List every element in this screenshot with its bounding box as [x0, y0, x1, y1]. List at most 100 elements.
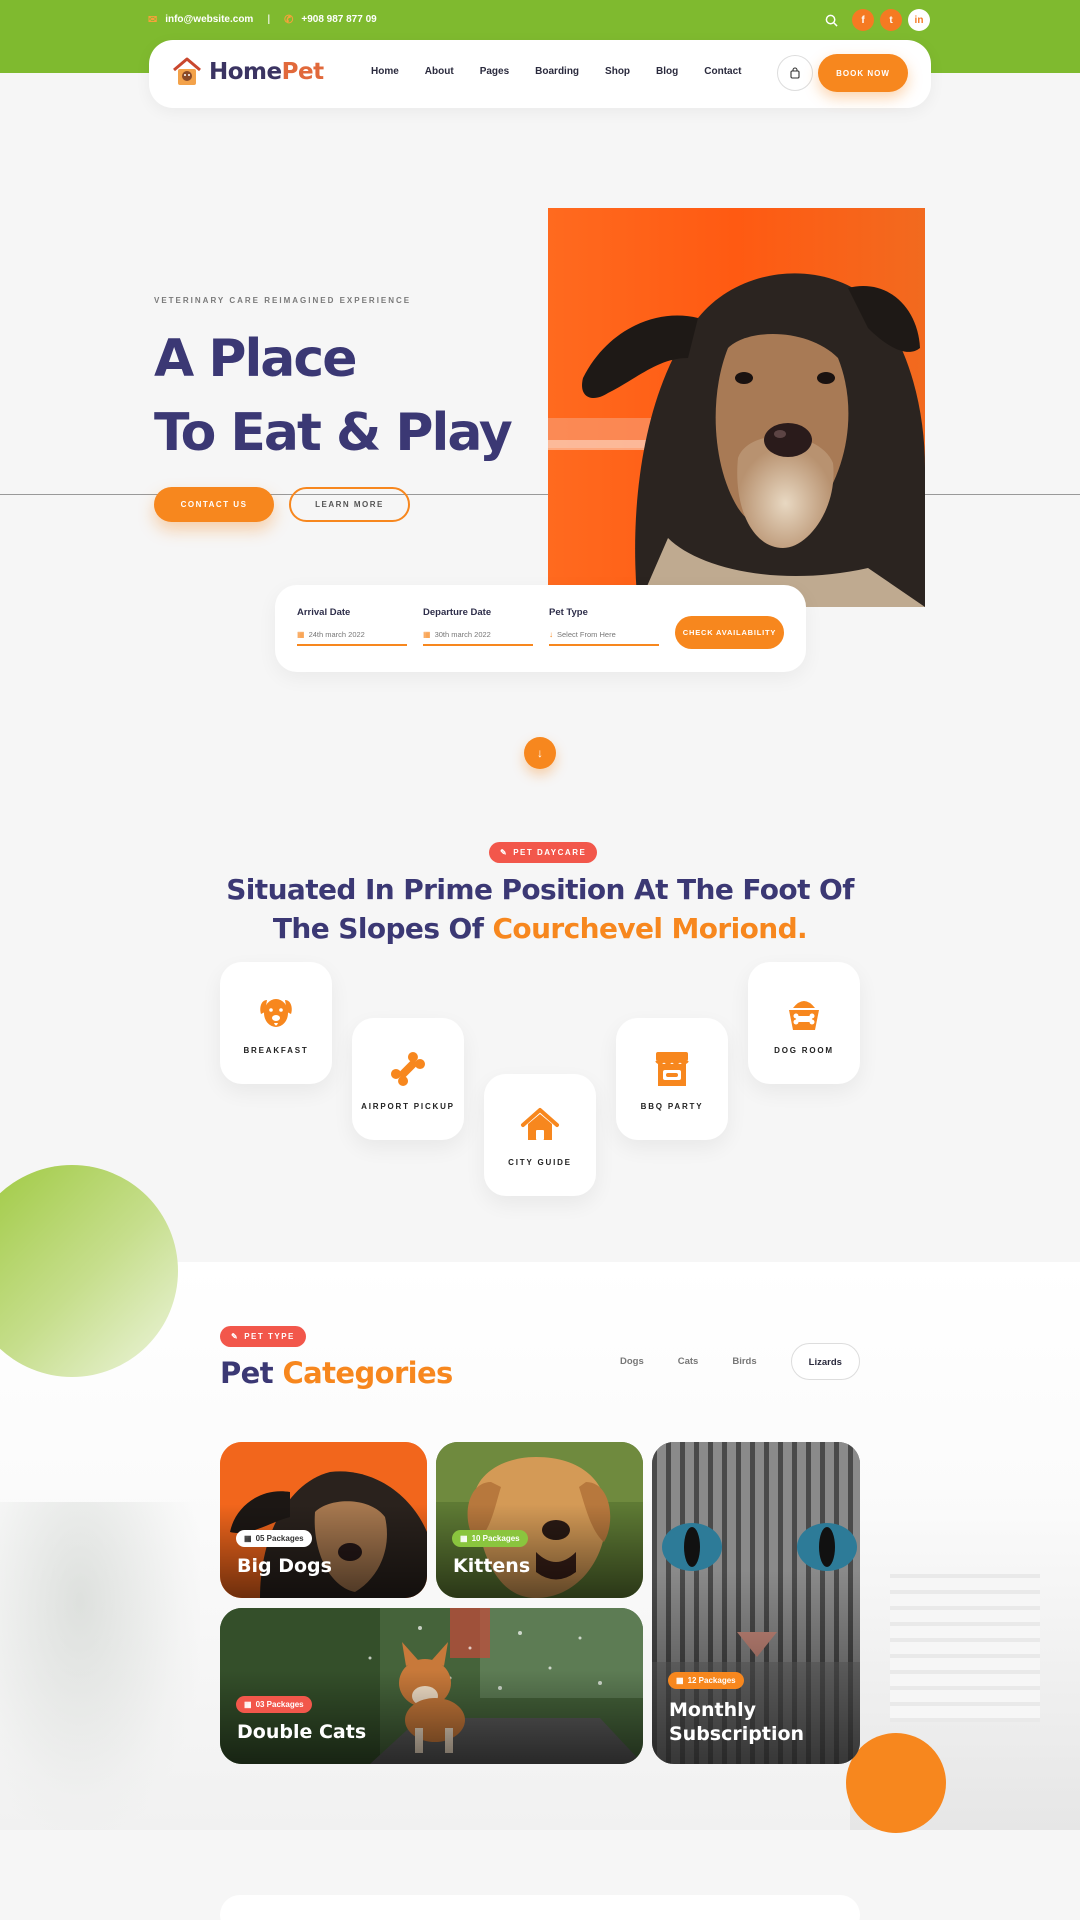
paw-icon: ✎: [231, 1332, 240, 1341]
departure-date-value: 30th march 2022: [434, 630, 491, 639]
card-title: Kittens: [453, 1555, 531, 1577]
category-card-kittens[interactable]: ▦ 10 Packages Kittens: [436, 1442, 643, 1598]
scroll-down-button[interactable]: ↓: [524, 737, 556, 769]
decorative-orange-circle: [846, 1733, 946, 1833]
chevron-down-icon: ↓: [549, 630, 553, 639]
arrival-date-field[interactable]: Arrival Date ▦ 24th march 2022: [297, 607, 407, 646]
learn-more-button[interactable]: LEARN MORE: [289, 487, 410, 522]
packages-count: 12 Packages: [687, 1676, 736, 1685]
hero-title: A Place To Eat & Play: [154, 322, 513, 470]
departure-date-input[interactable]: ▦ 30th march 2022: [423, 630, 533, 646]
packages-count: 05 Packages: [255, 1534, 304, 1543]
card-title: Big Dogs: [237, 1555, 332, 1577]
hero-title-line-2: To Eat & Play: [154, 403, 513, 463]
facebook-icon[interactable]: f: [852, 9, 874, 31]
card-title-line-1: Monthly: [669, 1699, 756, 1721]
linkedin-icon[interactable]: in: [908, 9, 930, 31]
menu-item-blog[interactable]: Blog: [656, 66, 678, 77]
main-navbar: HomePet Home About Pages Boarding Shop B…: [149, 40, 931, 108]
calendar-icon: ▦: [297, 630, 305, 639]
contact-info: ✉ info@website.com | ✆ +908 987 877 09: [148, 13, 377, 26]
feature-label: AIRPORT PICKUP: [361, 1102, 455, 1111]
card-title-line-2: Subscription: [669, 1723, 805, 1745]
filter-lizards[interactable]: Lizards: [790, 1343, 860, 1380]
daycare-heading: Situated In Prime Position At The Foot O…: [0, 870, 1080, 948]
grid-icon: ▦: [244, 1700, 252, 1709]
paw-icon: ✎: [500, 848, 509, 857]
contact-us-button[interactable]: CONTACT US: [154, 487, 274, 522]
category-card-monthly-subscription[interactable]: ▦ 12 Packages Monthly Subscription: [652, 1442, 860, 1764]
feature-label: BREAKFAST: [243, 1046, 309, 1055]
brand-name: HomePet: [209, 59, 324, 85]
menu-item-home[interactable]: Home: [371, 66, 399, 77]
filter-birds[interactable]: Birds: [732, 1356, 756, 1367]
arrival-date-input[interactable]: ▦ 24th march 2022: [297, 630, 407, 646]
feature-label: CITY GUIDE: [508, 1158, 572, 1167]
category-filters: Dogs Cats Birds Lizards: [620, 1343, 860, 1380]
categories-heading: Pet Categories: [220, 1356, 453, 1390]
background-palm-tree: [0, 1502, 200, 1830]
daycare-heading-line-2: The Slopes Of Courchevel Moriond.: [0, 909, 1080, 948]
daycare-heading-plain: The Slopes Of: [272, 912, 493, 945]
hero-eyebrow: VETERINARY CARE REIMAGINED EXPERIENCE: [154, 296, 412, 305]
packages-count: 10 Packages: [471, 1534, 520, 1543]
email-link[interactable]: info@website.com: [165, 14, 253, 25]
shopping-bag-icon: [790, 67, 800, 79]
filter-cats[interactable]: Cats: [678, 1356, 699, 1367]
menu-item-about[interactable]: About: [425, 66, 454, 77]
feature-label: DOG ROOM: [774, 1046, 834, 1055]
feature-label: BBQ PARTY: [640, 1102, 704, 1111]
categories-heading-highlight: Categories: [282, 1356, 453, 1390]
packages-badge: ▦ 10 Packages: [452, 1530, 528, 1547]
topbar-actions: f t in: [820, 9, 930, 31]
next-section-card: [220, 1895, 860, 1920]
arrow-down-icon: ↓: [537, 746, 543, 760]
logo[interactable]: HomePet: [171, 56, 324, 88]
departure-date-label: Departure Date: [423, 607, 492, 618]
menu-item-boarding[interactable]: Boarding: [535, 66, 579, 77]
grid-icon: ▦: [460, 1534, 468, 1543]
categories-heading-plain: Pet: [220, 1356, 283, 1390]
pet-type-tag: ✎ PET TYPE: [220, 1326, 306, 1347]
brand-part-home: Home: [209, 59, 282, 85]
pet-shop-icon: [655, 1052, 689, 1086]
departure-date-field[interactable]: Departure Date ▦ 30th march 2022: [423, 607, 533, 646]
packages-badge: ▦ 05 Packages: [236, 1530, 312, 1547]
feature-card-bbq-party[interactable]: BBQ PARTY: [616, 1018, 728, 1140]
feature-card-airport-pickup[interactable]: AIRPORT PICKUP: [352, 1018, 464, 1140]
hero-dog-photo: [548, 208, 925, 607]
packages-badge: ▦ 12 Packages: [668, 1672, 744, 1689]
packages-badge: ▦ 03 Packages: [236, 1696, 312, 1713]
category-card-double-cats[interactable]: ▦ 03 Packages Double Cats: [220, 1608, 643, 1764]
main-menu: Home About Pages Boarding Shop Blog Cont…: [371, 66, 768, 77]
feature-card-breakfast[interactable]: BREAKFAST: [220, 962, 332, 1084]
dog-face-icon: [260, 999, 292, 1027]
arrival-date-label: Arrival Date: [297, 607, 351, 618]
menu-item-pages[interactable]: Pages: [480, 66, 509, 77]
grid-icon: ▦: [676, 1676, 684, 1685]
pet-type-select[interactable]: ↓ Select From Here: [549, 630, 659, 646]
feature-card-city-guide[interactable]: CITY GUIDE: [484, 1074, 596, 1196]
menu-item-contact[interactable]: Contact: [704, 66, 741, 77]
twitter-icon[interactable]: t: [880, 9, 902, 31]
bone-icon: [390, 1051, 426, 1087]
check-availability-button[interactable]: CHECK AVAILABILITY: [675, 616, 784, 649]
pet-type-tag-label: PET TYPE: [244, 1332, 295, 1341]
divider: |: [267, 14, 271, 25]
cart-button[interactable]: [777, 55, 813, 91]
book-now-button[interactable]: BOOK NOW: [818, 54, 908, 92]
category-card-big-dogs[interactable]: ▦ 05 Packages Big Dogs: [220, 1442, 427, 1598]
daycare-heading-line-1: Situated In Prime Position At The Foot O…: [226, 873, 854, 906]
daycare-heading-highlight: Courchevel Moriond.: [492, 912, 808, 945]
arrival-date-value: 24th march 2022: [308, 630, 365, 639]
brand-part-pet: Pet: [281, 59, 324, 85]
mail-icon: ✉: [148, 14, 158, 26]
feature-card-dog-room[interactable]: DOG ROOM: [748, 962, 860, 1084]
menu-item-shop[interactable]: Shop: [605, 66, 630, 77]
search-icon[interactable]: [820, 9, 842, 31]
pet-type-field[interactable]: Pet Type ↓ Select From Here: [549, 607, 659, 646]
phone-link[interactable]: +908 987 877 09: [301, 14, 376, 25]
pet-type-label: Pet Type: [549, 607, 588, 618]
pet-daycare-tag: ✎ PET DAYCARE: [489, 842, 598, 863]
filter-dogs[interactable]: Dogs: [620, 1356, 644, 1367]
